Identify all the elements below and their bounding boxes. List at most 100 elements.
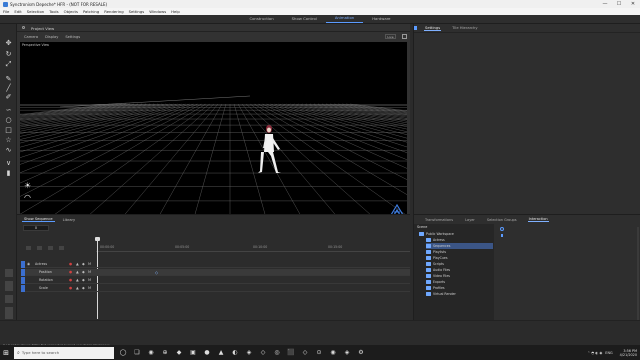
app-icon-4[interactable]: ◆ bbox=[174, 347, 184, 358]
scale-tool-icon[interactable]: ⤢ bbox=[4, 60, 13, 68]
sun-light-icon[interactable]: ☀ bbox=[24, 182, 31, 190]
line-tool-icon[interactable]: ╱ bbox=[4, 84, 13, 92]
tab-selection-groups[interactable]: Selection Groups bbox=[486, 218, 518, 222]
star-tool-icon[interactable]: ☆ bbox=[4, 136, 13, 144]
menu-objects[interactable]: Objects bbox=[64, 9, 78, 14]
tab-animation[interactable]: Animation bbox=[325, 15, 364, 23]
circle-tool-icon[interactable]: ○ bbox=[4, 116, 13, 124]
vertical-scrollbar[interactable] bbox=[637, 227, 639, 321]
menu-selection[interactable]: Selection bbox=[27, 9, 45, 14]
rectangle-tool-icon[interactable]: □ bbox=[4, 126, 13, 134]
tab-show-sequence[interactable]: Show Sequence bbox=[22, 217, 55, 222]
tab-tile-hierarchy[interactable]: Tile Hierarchy bbox=[451, 26, 478, 30]
record-icon[interactable]: ● bbox=[69, 270, 72, 274]
app-icon-14[interactable]: ⊙ bbox=[314, 347, 324, 358]
actress-figure[interactable] bbox=[20, 42, 407, 232]
vector-tool-icon[interactable]: ∨ bbox=[4, 159, 13, 167]
eraser-tool-icon[interactable]: ▮ bbox=[4, 169, 13, 177]
app-icon-6[interactable]: ● bbox=[202, 347, 212, 358]
track-row[interactable]: Position ● ▲ ◆ M ◇ bbox=[21, 269, 410, 276]
tab-construction[interactable]: Construction bbox=[240, 15, 282, 23]
app-icon-17[interactable]: ⚙ bbox=[356, 347, 366, 358]
lock-icon[interactable]: ▲ bbox=[76, 278, 79, 282]
time-ruler[interactable]: 00:00:00 00:05:00 00:10:00 00:15:00 bbox=[96, 244, 410, 252]
tree-item[interactable]: Virtual Render bbox=[426, 291, 493, 297]
pen-tool-icon[interactable]: ✎ bbox=[4, 75, 13, 83]
menu-rendering[interactable]: Rendering bbox=[104, 9, 123, 14]
menu-settings[interactable]: Settings bbox=[129, 9, 145, 14]
app-icon-7[interactable]: ▲ bbox=[216, 347, 226, 358]
menu-help[interactable]: Help bbox=[171, 9, 180, 14]
curve-tool-icon[interactable]: ∿ bbox=[4, 146, 13, 154]
gauge-icon[interactable]: ◠ bbox=[24, 194, 31, 202]
minimize-button[interactable]: — bbox=[598, 0, 612, 8]
task-view-icon[interactable]: ◯ bbox=[118, 347, 128, 358]
record-icon[interactable]: ● bbox=[69, 286, 72, 290]
lasso-tool-icon[interactable]: ∽ bbox=[4, 106, 13, 114]
menu-patching[interactable]: Patching bbox=[83, 9, 99, 14]
app-icon-8[interactable]: ◐ bbox=[230, 347, 240, 358]
move-tool-icon[interactable]: ✥ bbox=[4, 39, 13, 47]
clock[interactable]: 3:56 PM 4/21/2020 bbox=[617, 349, 637, 357]
mute-icon[interactable]: M bbox=[88, 278, 91, 282]
maximize-button[interactable]: ☐ bbox=[612, 0, 626, 8]
app-icon-5[interactable]: ▣ bbox=[188, 347, 198, 358]
eye-icon[interactable]: ◉ bbox=[27, 262, 30, 266]
frame-input[interactable]: 0 bbox=[23, 225, 49, 231]
tab-settings[interactable]: Settings bbox=[65, 35, 80, 39]
track-up-button[interactable] bbox=[48, 246, 53, 250]
record-icon[interactable]: ● bbox=[69, 262, 72, 266]
expand-icon[interactable] bbox=[402, 34, 407, 39]
tab-show-control[interactable]: Show Control bbox=[283, 15, 326, 23]
tab-library[interactable]: Library bbox=[61, 218, 78, 222]
mute-icon[interactable]: M bbox=[88, 286, 91, 290]
app-icon-3[interactable]: ⊕ bbox=[160, 347, 170, 358]
app-icon-1[interactable]: ❏ bbox=[132, 347, 142, 358]
tray-icons[interactable]: ⌃ ◓ ◐ ◉ bbox=[587, 351, 602, 355]
brush-tool-icon[interactable]: ✐ bbox=[4, 93, 13, 101]
track-remove-button[interactable] bbox=[37, 246, 42, 250]
solo-icon[interactable]: ◆ bbox=[82, 286, 85, 290]
app-icon-11[interactable]: ◎ bbox=[272, 347, 282, 358]
lock-icon[interactable]: ▲ bbox=[76, 286, 79, 290]
tab-transformations[interactable]: Transformations bbox=[424, 218, 454, 222]
tab-layer[interactable]: Layer bbox=[464, 218, 476, 222]
taskbar-search[interactable]: ⌕ Type here to search bbox=[14, 346, 114, 359]
solo-icon[interactable]: ◆ bbox=[82, 262, 85, 266]
menu-tools[interactable]: Tools bbox=[49, 9, 58, 14]
target-icon[interactable] bbox=[500, 227, 504, 231]
track-row[interactable]: Scale ● ▲ ◆ M bbox=[21, 285, 410, 292]
rotate-tool-icon[interactable]: ↻ bbox=[4, 50, 13, 58]
start-button[interactable]: ⊞ bbox=[0, 345, 12, 360]
track-row[interactable]: Rotation ● ▲ ◆ M bbox=[21, 277, 410, 284]
app-icon-10[interactable]: ◇ bbox=[258, 347, 268, 358]
solo-icon[interactable]: ◆ bbox=[82, 278, 85, 282]
tab-hardware[interactable]: Hardware bbox=[363, 15, 399, 23]
app-icon-16[interactable]: ◈ bbox=[342, 347, 352, 358]
app-icon-9[interactable]: ◈ bbox=[244, 347, 254, 358]
track-down-button[interactable] bbox=[59, 246, 64, 250]
tab-display[interactable]: Display bbox=[45, 35, 58, 39]
live-button[interactable]: Live bbox=[385, 34, 396, 39]
lock-icon[interactable]: ▲ bbox=[76, 262, 79, 266]
track-row[interactable]: ◉ Actress ● ▲ ◆ M bbox=[21, 261, 410, 268]
mute-icon[interactable]: M bbox=[88, 262, 91, 266]
menu-file[interactable]: File bbox=[3, 9, 9, 14]
menu-windows[interactable]: Windows bbox=[149, 9, 166, 14]
keyframe-icon[interactable]: ◇ bbox=[155, 270, 158, 275]
lock-icon[interactable]: ▲ bbox=[76, 270, 79, 274]
close-button[interactable]: ✕ bbox=[626, 0, 640, 8]
app-icon-12[interactable]: ⬛ bbox=[286, 347, 296, 358]
info-icon[interactable] bbox=[501, 234, 503, 237]
track-add-button[interactable] bbox=[26, 246, 31, 250]
tab-camera[interactable]: Camera bbox=[24, 35, 38, 39]
mute-icon[interactable]: M bbox=[88, 270, 91, 274]
3d-viewport[interactable]: Perspective View ☀ ◠ bbox=[20, 42, 407, 232]
app-icon-2[interactable]: ◉ bbox=[146, 347, 156, 358]
solo-icon[interactable]: ◆ bbox=[82, 270, 85, 274]
menu-edit[interactable]: Edit bbox=[14, 9, 21, 14]
record-icon[interactable]: ● bbox=[69, 278, 72, 282]
tab-panel-settings[interactable]: Settings bbox=[424, 26, 442, 31]
app-icon-13[interactable]: ◇ bbox=[300, 347, 310, 358]
app-icon-15[interactable]: ◉ bbox=[328, 347, 338, 358]
